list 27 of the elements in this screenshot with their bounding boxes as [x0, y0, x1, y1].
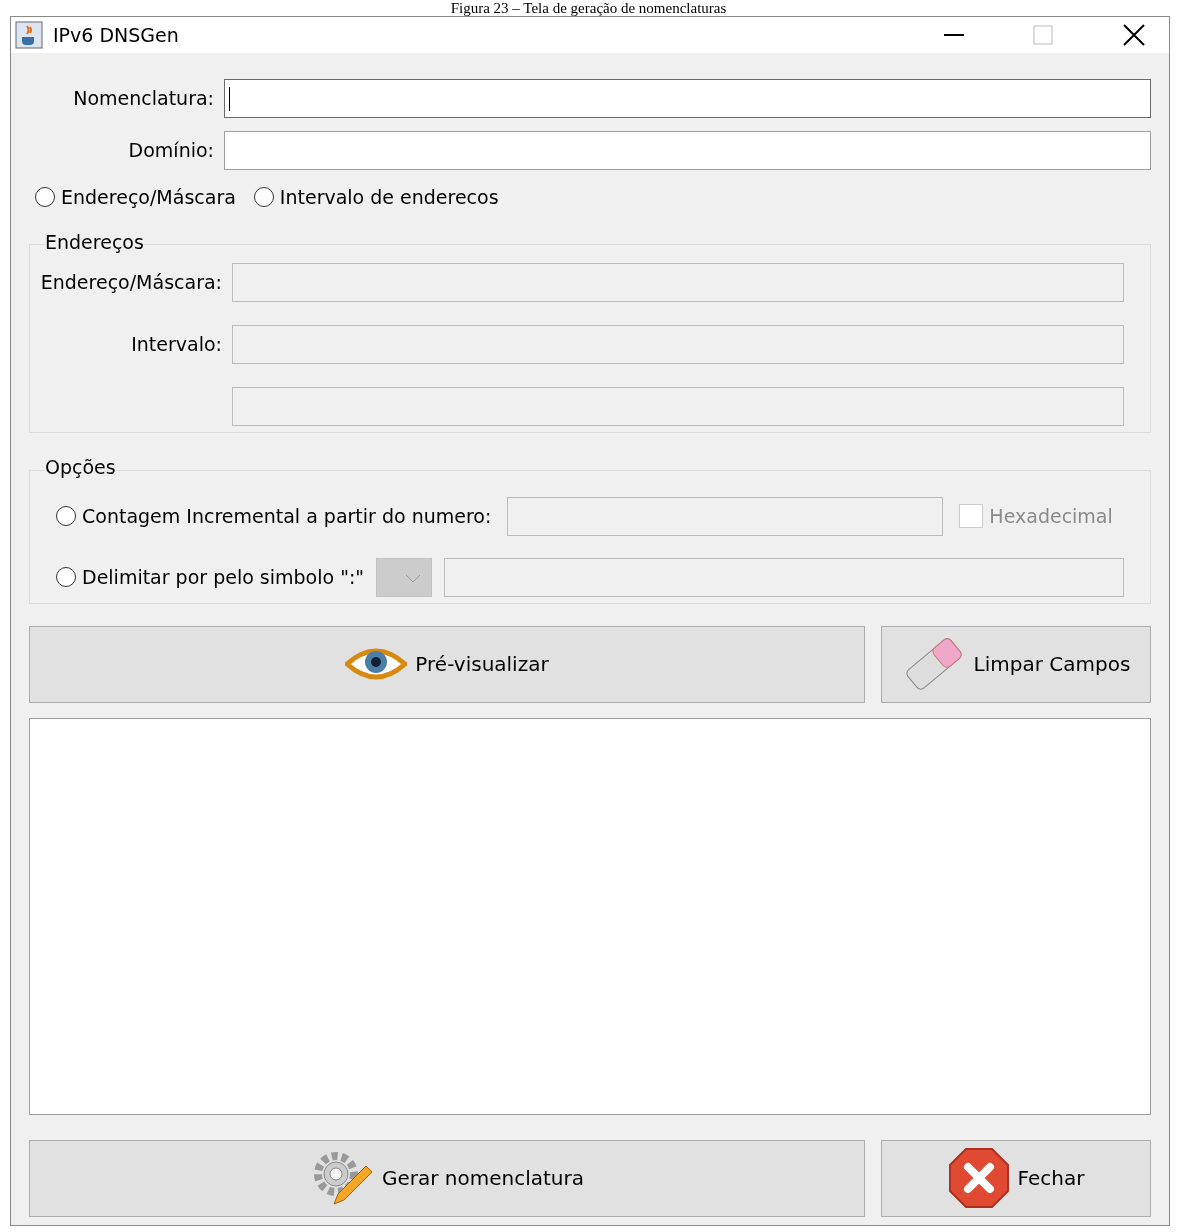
- field-label: Domínio:: [127, 138, 214, 164]
- close-button[interactable]: Fechar: [881, 1139, 1151, 1217]
- radio-label: Intervalo de enderecos: [279, 185, 499, 210]
- field-label: Intervalo:: [130, 332, 222, 358]
- radio-button[interactable]: [56, 567, 76, 587]
- preview-button[interactable]: Pré-visualizar: [29, 625, 865, 703]
- radio-label: Delimitar por pelo simbolo ":": [82, 564, 365, 590]
- checkbox-label: Hexadecimal: [989, 503, 1113, 529]
- maximize-icon[interactable]: [1033, 25, 1053, 45]
- radio-button[interactable]: [253, 187, 274, 208]
- clear-button[interactable]: Limpar Campos: [881, 625, 1151, 703]
- field-label: Endereço/Máscara:: [39, 270, 222, 296]
- close-icon[interactable]: [1123, 24, 1145, 46]
- close-icon: [947, 1147, 1010, 1209]
- generate-button[interactable]: Gerar nomenclatura: [29, 1139, 865, 1217]
- caret-icon: [405, 573, 422, 584]
- radio-label: Contagem Incremental a partir do numero:: [82, 503, 492, 529]
- input-field[interactable]: [224, 79, 1151, 118]
- radio-button[interactable]: [56, 506, 76, 526]
- field-label: Nomenclatura:: [72, 86, 214, 112]
- input-field[interactable]: [224, 131, 1151, 170]
- java-cup-icon: [15, 21, 43, 49]
- output-text-area[interactable]: [29, 717, 1151, 1115]
- radio-button[interactable]: [35, 187, 55, 208]
- radio-label: Endereço/Máscara: [61, 185, 236, 210]
- window-title: IPv6 DNSGen: [53, 22, 180, 48]
- figure-caption: Figura 23 – Tela de geração de nomenclaturas: [449, 0, 728, 16]
